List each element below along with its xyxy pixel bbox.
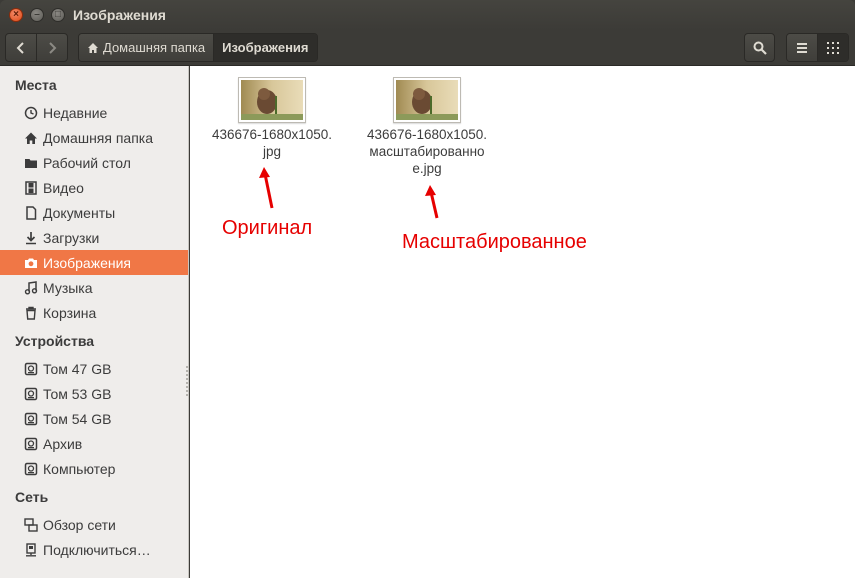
sidebar-resize-handle[interactable] [186, 366, 188, 396]
sidebar-header-network: Сеть [15, 489, 49, 505]
title-bar: × – □ Изображения [0, 0, 855, 30]
file-name-line: 436676-1680x1050. [366, 127, 488, 142]
maximize-icon: □ [54, 9, 62, 20]
file-name: 436676-1680x1050. масштабированно е.jpg [357, 126, 497, 177]
annotation-scaled: Масштабированное [402, 231, 587, 253]
drive-icon [24, 387, 38, 401]
annotation-arrow-scaled [425, 185, 439, 219]
close-icon: × [13, 9, 19, 20]
sidebar-item-label: Том 47 GB [43, 360, 112, 377]
history-nav [5, 33, 68, 62]
minimize-window-button[interactable]: – [30, 8, 44, 22]
sidebar-item-label: Домашняя папка [43, 129, 154, 146]
image-thumbnail [393, 77, 461, 123]
clock-icon [24, 106, 38, 120]
sidebar-item-trash[interactable]: Корзина [0, 300, 188, 325]
minimize-icon: – [34, 9, 40, 20]
sidebar: Места Недавние Домашняя папка Рабочий ст… [0, 66, 189, 578]
download-icon [24, 231, 38, 245]
image-thumbnail [238, 77, 306, 123]
sidebar-item-label: Корзина [43, 304, 97, 321]
sidebar-item-label: Изображения [43, 254, 131, 271]
file-name-line: jpg [262, 144, 281, 159]
grid-view-icon [827, 41, 840, 54]
breadcrumb: Домашняя папка Изображения [78, 33, 318, 62]
home-icon [88, 42, 98, 53]
file-name-line: е.jpg [412, 161, 442, 176]
sidebar-item-documents[interactable]: Документы [0, 200, 188, 225]
list-view-icon [797, 42, 808, 53]
chevron-right-icon [49, 41, 57, 54]
annotation-original: Оригинал [222, 217, 313, 239]
film-icon [24, 180, 38, 195]
sidebar-header-devices: Устройства [15, 333, 95, 349]
sidebar-item-music[interactable]: Музыка [0, 275, 188, 300]
sidebar-item-label: Обзор сети [43, 516, 116, 533]
sidebar-item-label: Рабочий стол [43, 154, 131, 171]
file-item-scaled[interactable]: 436676-1680x1050. масштабированно е.jpg [357, 77, 497, 177]
document-icon [24, 205, 38, 220]
sidebar-item-label: Загрузки [43, 229, 100, 246]
folder-icon [24, 156, 38, 170]
file-name-line: масштабированно [369, 144, 485, 159]
breadcrumb-home[interactable]: Домашняя папка [79, 34, 214, 61]
file-name: 436676-1680x1050. jpg [202, 126, 342, 160]
sidebar-item-volume-47[interactable]: Том 47 GB [0, 356, 188, 381]
breadcrumb-label: Домашняя папка [103, 40, 206, 55]
sidebar-item-label: Том 54 GB [43, 410, 112, 427]
sidebar-item-label: Архив [43, 435, 83, 452]
file-name-line: 436676-1680x1050. [211, 127, 333, 142]
sidebar-item-label: Музыка [43, 279, 93, 296]
grid-view-button[interactable] [817, 34, 848, 61]
chevron-left-icon [16, 41, 24, 54]
close-window-button[interactable]: × [9, 8, 23, 22]
music-icon [24, 280, 38, 295]
toolbar: Домашняя папка Изображения [0, 30, 855, 66]
sidebar-item-label: Документы [43, 204, 116, 221]
home-icon [24, 131, 38, 145]
sidebar-item-recent[interactable]: Недавние [0, 100, 188, 125]
trash-icon [24, 306, 38, 320]
file-item-original[interactable]: 436676-1680x1050. jpg [202, 77, 342, 160]
network-icon [24, 517, 38, 532]
search-button[interactable] [744, 33, 775, 62]
file-view: 436676-1680x1050. jpg 436676-1680x1050. … [190, 66, 855, 578]
annotation-arrow-original [259, 167, 274, 209]
sidebar-item-label: Недавние [43, 104, 108, 121]
back-button[interactable] [6, 34, 36, 61]
sidebar-item-videos[interactable]: Видео [0, 175, 188, 200]
sidebar-item-label: Видео [43, 179, 84, 196]
server-icon [24, 542, 38, 557]
sidebar-item-downloads[interactable]: Загрузки [0, 225, 188, 250]
forward-button[interactable] [36, 34, 67, 61]
drive-icon [24, 437, 38, 451]
sidebar-item-archive[interactable]: Архив [0, 431, 188, 456]
image-thumbnail-graphic [396, 80, 458, 120]
sidebar-item-home[interactable]: Домашняя папка [0, 125, 188, 150]
window-title: Изображения [73, 7, 166, 23]
search-icon [753, 41, 767, 55]
sidebar-item-label: Компьютер [43, 460, 116, 477]
sidebar-item-pictures[interactable]: Изображения [0, 250, 188, 275]
sidebar-item-label: Том 53 GB [43, 385, 112, 402]
sidebar-item-computer[interactable]: Компьютер [0, 456, 188, 481]
image-thumbnail-graphic [241, 80, 303, 120]
drive-icon [24, 462, 38, 476]
sidebar-item-label: Подключиться… [43, 541, 151, 558]
sidebar-item-volume-54[interactable]: Том 54 GB [0, 406, 188, 431]
maximize-window-button[interactable]: □ [51, 8, 65, 22]
breadcrumb-pictures[interactable]: Изображения [213, 34, 317, 61]
drive-icon [24, 412, 38, 426]
camera-icon [24, 256, 38, 270]
sidebar-item-desktop[interactable]: Рабочий стол [0, 150, 188, 175]
breadcrumb-label: Изображения [222, 40, 309, 55]
sidebar-item-browse-network[interactable]: Обзор сети [0, 512, 188, 537]
sidebar-item-connect-server[interactable]: Подключиться… [0, 537, 188, 562]
sidebar-header-places: Места [15, 77, 57, 93]
sidebar-item-volume-53[interactable]: Том 53 GB [0, 381, 188, 406]
drive-icon [24, 362, 38, 376]
list-view-button[interactable] [787, 34, 818, 61]
view-switcher [786, 33, 849, 62]
